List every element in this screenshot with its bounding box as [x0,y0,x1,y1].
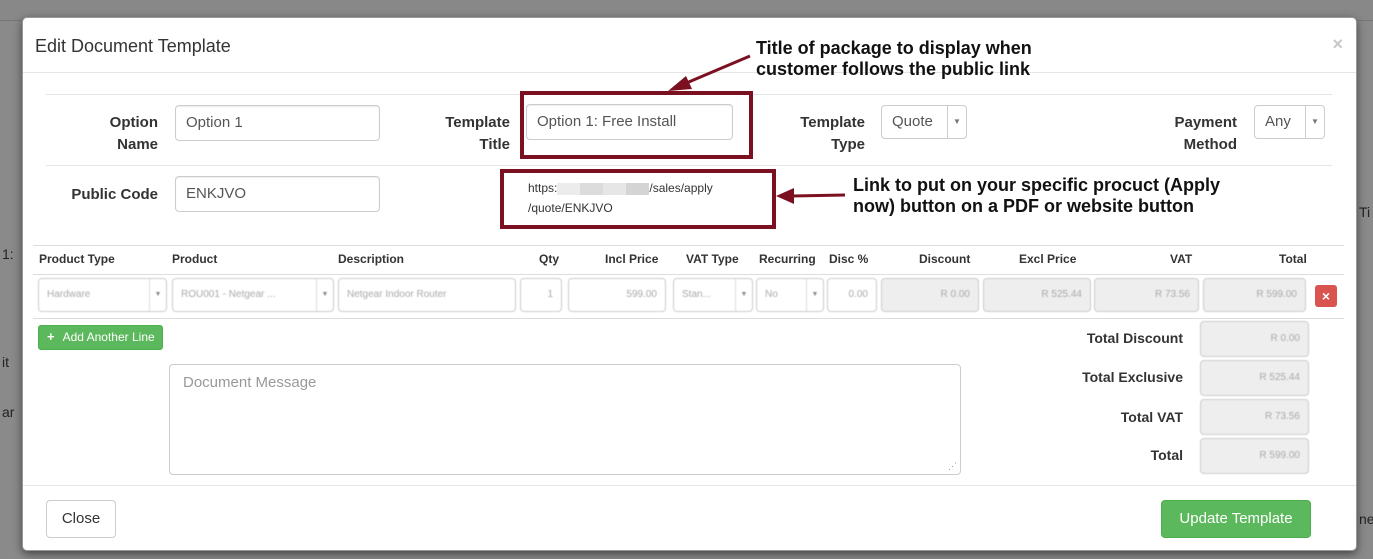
total-vat-value: R 73.56 [1200,399,1309,435]
modal-title: Edit Document Template [35,36,231,56]
add-another-line-button[interactable]: + Add Another Line [38,325,163,350]
template-type-select[interactable]: Quote ▼ [881,105,967,139]
modal-header: Edit Document Template × [23,18,1356,73]
table-border-top [33,245,1344,246]
background-text-fragment: ar [2,404,15,420]
column-header-vat-type: VAT Type [686,252,739,266]
delete-line-button[interactable]: × [1315,285,1337,307]
total-discount-label: Total Discount [1086,330,1183,346]
product-type-select[interactable]: Hardware ▼ [38,278,167,312]
payment-method-label: Payment Method [1174,114,1237,153]
template-title-highlight [520,91,753,159]
total-exclusive-value: R 525.44 [1200,360,1309,396]
background-text-fragment: Ti [1359,204,1371,220]
close-icon[interactable]: × [1332,34,1343,55]
background-text-fragment: 1: [2,246,14,262]
chevron-down-icon: ▼ [149,279,166,311]
column-header-incl-price: Incl Price [605,252,659,266]
column-header-recurring: Recurring [759,252,816,266]
public-code-label: Public Code [71,186,158,203]
document-message-textarea[interactable]: Document Message ⋰ [169,364,961,475]
plus-icon: + [47,329,55,344]
template-type-label: Template Type [800,114,865,153]
chevron-down-icon: ▼ [947,106,966,138]
link-annotation: Link to put on your specific procuct (Ap… [853,175,1221,216]
public-code-input[interactable]: ENKJVO [175,176,380,212]
column-header-vat: VAT [1170,252,1193,266]
option-name-input[interactable]: Option 1 [175,105,380,141]
template-type-value: Quote [892,113,933,130]
column-header-disc-pct: Disc % [829,252,869,266]
column-header-discount: Discount [919,252,971,266]
title-annotation: Title of package to display when customer… [756,38,1032,79]
chevron-down-icon: ▼ [735,279,752,311]
column-header-product-type: Product Type [39,252,115,266]
column-header-description: Description [338,252,405,266]
total-label: Total [1150,447,1183,463]
edit-document-template-modal: Edit Document Template × Option Name Opti… [22,17,1357,551]
close-button[interactable]: Close [46,500,116,538]
table-header-divider [33,274,1344,275]
column-header-qty: Qty [539,252,560,266]
table-border-bottom [33,318,1344,319]
update-template-button[interactable]: Update Template [1161,500,1311,538]
total-discount-value: R 0.00 [1200,321,1309,357]
background-text-fragment: it [2,354,9,370]
total-value: R 599.00 [1200,438,1309,474]
vat-readonly: R 73.56 [1094,278,1199,312]
option-name-label: Option Name [109,114,158,153]
column-header-excl-price: Excl Price [1019,252,1077,266]
resize-handle-icon[interactable]: ⋰ [948,461,957,472]
modal-footer-divider [23,485,1356,486]
background-text-fragment: ne [1359,511,1373,527]
vat-type-select[interactable]: Stan... ▼ [673,278,753,312]
total-exclusive-label: Total Exclusive [1082,369,1183,385]
qty-input[interactable]: 1 [520,278,562,312]
excl-price-readonly: R 525.44 [983,278,1091,312]
chevron-down-icon: ▼ [1305,106,1324,138]
form-divider-middle [46,165,1332,166]
payment-method-select[interactable]: Any ▼ [1254,105,1325,139]
disc-pct-input[interactable]: 0.00 [827,278,877,312]
chevron-down-icon: ▼ [806,279,823,311]
column-header-product: Product [172,252,218,266]
total-vat-label: Total VAT [1120,409,1183,425]
product-select[interactable]: ROU001 - Netgear ... ▼ [172,278,334,312]
column-header-total: Total [1279,252,1307,266]
description-input[interactable]: Netgear Indoor Router [338,278,516,312]
public-link-highlight [500,169,776,229]
template-title-label: Template Title [445,114,510,153]
incl-price-input[interactable]: 599.00 [568,278,666,312]
total-readonly: R 599.00 [1203,278,1306,312]
recurring-select[interactable]: No ▼ [756,278,824,312]
payment-method-value: Any [1265,113,1291,130]
discount-readonly: R 0.00 [881,278,979,312]
chevron-down-icon: ▼ [316,279,333,311]
